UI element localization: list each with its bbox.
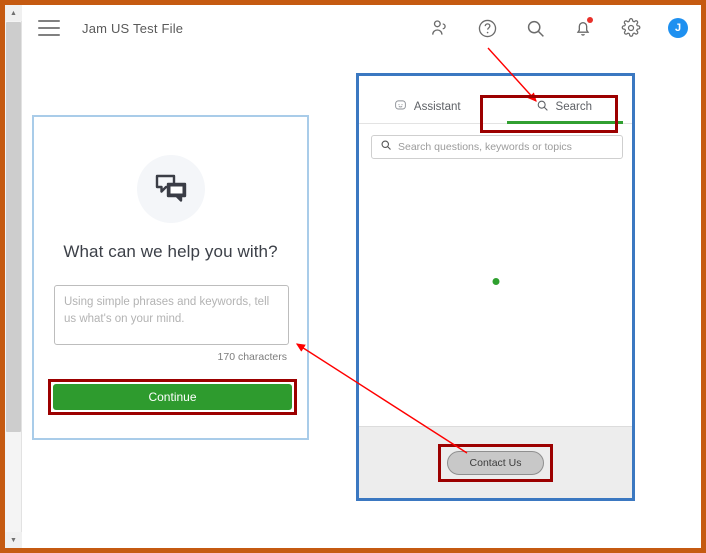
search-field[interactable] <box>371 135 623 159</box>
box-contact-us: Contact Us <box>437 443 554 482</box>
character-counter: 170 characters <box>217 351 287 363</box>
chat-bubbles-icon <box>136 155 205 223</box>
notification-badge-dot <box>587 17 593 23</box>
help-icon[interactable] <box>476 17 498 39</box>
settings-gear-icon[interactable] <box>620 17 642 39</box>
app-canvas: Jam US Test File J What can we help you … <box>22 5 701 548</box>
scrollbar-down-arrow[interactable]: ▼ <box>5 532 22 548</box>
widget-footer: Contact Us <box>359 426 632 498</box>
active-tab-underline <box>507 121 623 124</box>
help-textarea[interactable] <box>54 285 289 345</box>
tab-search-label: Search <box>555 101 592 113</box>
tab-assistant-label: Assistant <box>413 101 461 113</box>
app-header: Jam US Test File J <box>22 5 701 51</box>
search-icon[interactable] <box>524 17 546 39</box>
header-icon-group: J <box>428 17 688 39</box>
notifications-icon[interactable] <box>572 17 594 39</box>
widget-tabs: Assistant Search <box>359 90 632 124</box>
continue-button[interactable]: Continue <box>53 384 292 410</box>
search-input[interactable] <box>398 141 614 153</box>
widget-results-area <box>359 168 632 426</box>
hamburger-menu-icon[interactable] <box>38 20 60 36</box>
tab-search[interactable]: Search <box>496 90 633 124</box>
scrollbar-up-arrow[interactable]: ▲ <box>5 5 22 21</box>
page-title: Jam US Test File <box>82 20 184 36</box>
box-continue-button: Continue <box>48 379 297 415</box>
scrollbar-thumb[interactable] <box>6 22 21 432</box>
help-card-title: What can we help you with? <box>63 242 278 261</box>
user-avatar[interactable]: J <box>668 18 688 38</box>
assistant-chat-icon <box>394 99 407 115</box>
support-widget: Assistant Search Search questions, keywo… <box>356 73 635 501</box>
loading-dot-icon <box>492 278 499 285</box>
contact-us-button[interactable]: Contact Us <box>446 450 545 475</box>
tab-assistant[interactable]: Assistant <box>359 90 496 124</box>
people-icon[interactable] <box>428 17 450 39</box>
window-scrollbar[interactable]: ▲ ▼ <box>5 5 22 548</box>
screenshot-root: ▲ ▼ Jam US Test File J What can we help … <box>0 0 706 553</box>
help-card: What can we help you with? 170 character… <box>32 115 309 440</box>
search-icon <box>536 99 549 115</box>
search-icon <box>380 138 392 156</box>
